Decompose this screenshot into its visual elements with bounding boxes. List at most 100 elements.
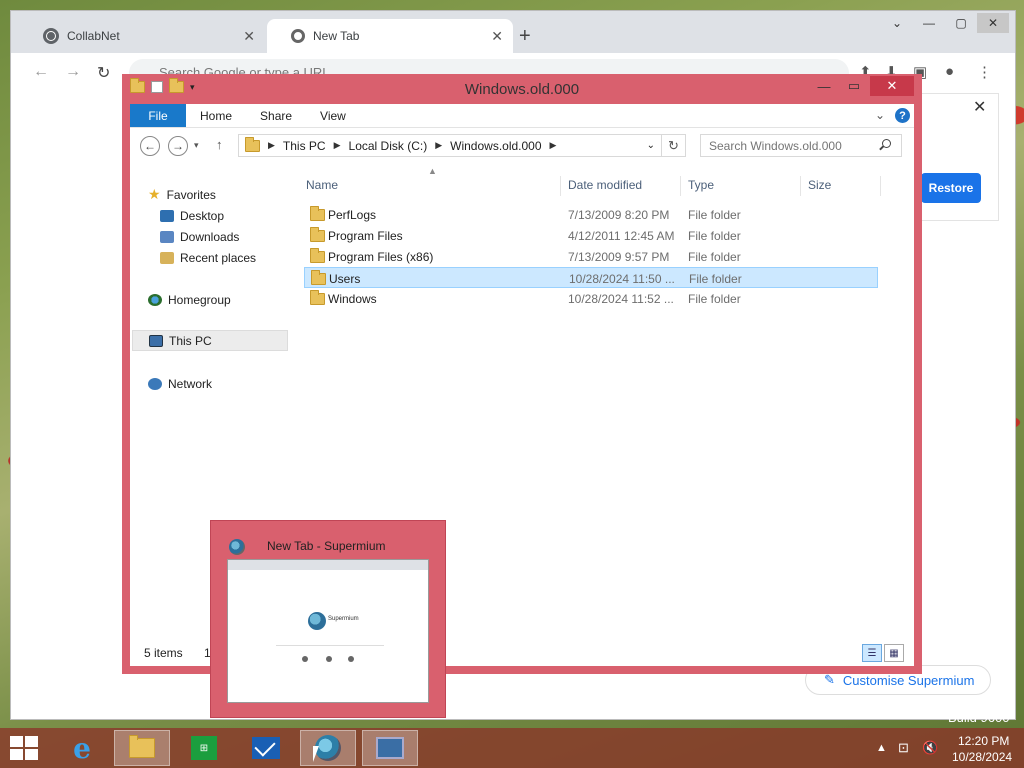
taskbar-file-explorer[interactable] [114,730,170,766]
breadcrumb[interactable]: ▶ This PC ▶ Local Disk (C:) ▶ Windows.ol… [238,134,662,157]
close-button[interactable]: ✕ [870,76,914,96]
back-icon[interactable]: ← [33,63,49,81]
file-name: Program Files [328,229,403,243]
close-button[interactable]: ✕ [977,13,1009,33]
column-divider[interactable] [880,176,881,196]
start-button[interactable] [10,736,38,760]
maximize-button[interactable]: ▭ [840,76,868,96]
reload-icon[interactable]: ↻ [97,63,110,83]
ribbon-right: ⌄ ? [875,108,910,123]
ribbon: File Home Share View ⌄ ? [130,104,914,128]
breadcrumb-local-disk[interactable]: Local Disk (C:) [349,139,428,153]
tab-new-tab[interactable]: New Tab ✕ [267,19,513,53]
build-watermark: Build 9600 [948,710,1010,725]
minimize-button[interactable]: — [913,13,945,33]
up-icon[interactable]: ↑ [216,137,223,152]
column-name[interactable]: Name [306,178,338,192]
folder-icon [311,270,326,285]
tab-file[interactable]: File [130,104,186,127]
chevron-right-icon[interactable]: ▶ [268,140,275,151]
thumbnail-preview[interactable]: Supermium [227,559,429,703]
chevron-down-icon[interactable]: ⌄ [647,140,655,151]
file-explorer-icon [129,735,155,758]
table-row[interactable]: Windows 10/28/2024 11:52 ... File folder [304,288,878,309]
nav-this-pc[interactable]: This PC [132,330,288,351]
homegroup-icon [148,293,162,306]
nav-downloads[interactable]: Downloads [160,226,239,247]
expand-ribbon-icon[interactable]: ⌄ [875,108,885,123]
recent-locations-icon[interactable]: ▾ [194,140,199,151]
new-tab-button[interactable]: + [519,25,531,48]
column-divider[interactable] [560,176,561,196]
breadcrumb-this-pc[interactable]: This PC [283,139,326,153]
help-icon[interactable]: ? [895,108,910,123]
profile-icon[interactable]: ● [945,63,954,80]
file-name: Users [329,272,361,286]
task-manager-icon [376,737,404,759]
close-icon[interactable]: ✕ [973,97,986,117]
taskbar-task-manager[interactable] [362,730,418,766]
taskbar-store[interactable]: ⊞ [176,730,232,766]
table-row[interactable]: Program Files (x86) 7/13/2009 9:57 PM Fi… [304,246,878,267]
taskbar-mail[interactable] [238,730,294,766]
chevron-right-icon[interactable]: ▶ [435,140,442,151]
computer-icon [149,334,163,347]
nav-recent-places[interactable]: Recent places [160,247,256,268]
tab-home[interactable]: Home [186,104,246,127]
taskbar-internet-explorer[interactable]: e [54,730,110,766]
breadcrumb-windows-old[interactable]: Windows.old.000 [450,139,541,153]
large-icons-view-icon[interactable]: ▦ [884,644,904,662]
column-divider[interactable] [800,176,801,196]
column-divider[interactable] [680,176,681,196]
refresh-button[interactable]: ↻ [662,134,686,157]
column-size[interactable]: Size [808,178,831,192]
taskbar: e ⊞ ▲ ⊡ 🔇 12:20 PM 10/28/2024 [0,728,1024,768]
nav-desktop[interactable]: Desktop [160,205,224,226]
search-input[interactable] [700,134,902,157]
sort-up-icon: ▲ [428,166,437,176]
taskbar-thumbnail[interactable]: New Tab - Supermium Supermium [210,520,446,718]
restore-button[interactable]: Restore [921,173,981,203]
shortcut-icon [348,656,354,662]
nav-favorites[interactable]: ★ Favorites [148,184,216,205]
tab-collabnet[interactable]: CollabNet ✕ [19,19,265,53]
forward-button[interactable]: → [168,136,188,156]
close-tab-icon[interactable]: ✕ [243,28,255,45]
nav-network[interactable]: Network [148,373,212,394]
details-view-icon[interactable]: ☰ [862,644,882,662]
back-button[interactable]: ← [140,136,160,156]
show-hidden-icons-icon[interactable]: ▲ [876,742,887,754]
star-icon: ★ [148,186,161,202]
volume-muted-icon[interactable]: 🔇 [922,740,938,756]
file-date: 4/12/2011 12:45 AM [568,229,675,243]
windows-logo-icon [10,749,23,760]
nav-homegroup[interactable]: Homegroup [148,289,231,310]
search-icon[interactable] [882,139,891,148]
tab-share[interactable]: Share [246,104,306,127]
shortcut-icon [326,656,332,662]
minimize-button[interactable]: — [810,76,838,96]
menu-icon[interactable]: ⋮ [977,63,992,81]
close-tab-icon[interactable]: ✕ [491,28,503,45]
network-status-icon[interactable]: ⊡ [898,740,909,756]
clock-date[interactable]: 10/28/2024 [952,750,1012,764]
table-row[interactable]: PerfLogs 7/13/2009 8:20 PM File folder [304,204,878,225]
recent-places-icon [160,251,174,264]
chevron-right-icon[interactable]: ▶ [550,140,557,151]
table-row[interactable]: Program Files 4/12/2011 12:45 AM File fo… [304,225,878,246]
column-type[interactable]: Type [688,178,714,192]
taskbar-supermium[interactable] [300,730,356,766]
pencil-icon: ✎ [824,672,835,687]
clock-time[interactable]: 12:20 PM [958,734,1009,748]
preview-search [276,638,384,646]
column-date-modified[interactable]: Date modified [568,178,642,192]
tab-search-icon[interactable]: ⌄ [881,13,913,33]
globe-icon [43,28,59,44]
tab-title: New Tab [313,29,360,43]
tab-view[interactable]: View [306,104,360,127]
table-row-selected[interactable]: Users 10/28/2024 11:50 ... File folder [304,267,878,288]
maximize-button[interactable]: ▢ [945,13,977,33]
explorer-titlebar[interactable]: ▾ Windows.old.000 — ▭ ✕ [122,74,922,104]
chevron-right-icon[interactable]: ▶ [334,140,341,151]
forward-icon[interactable]: → [65,63,81,81]
